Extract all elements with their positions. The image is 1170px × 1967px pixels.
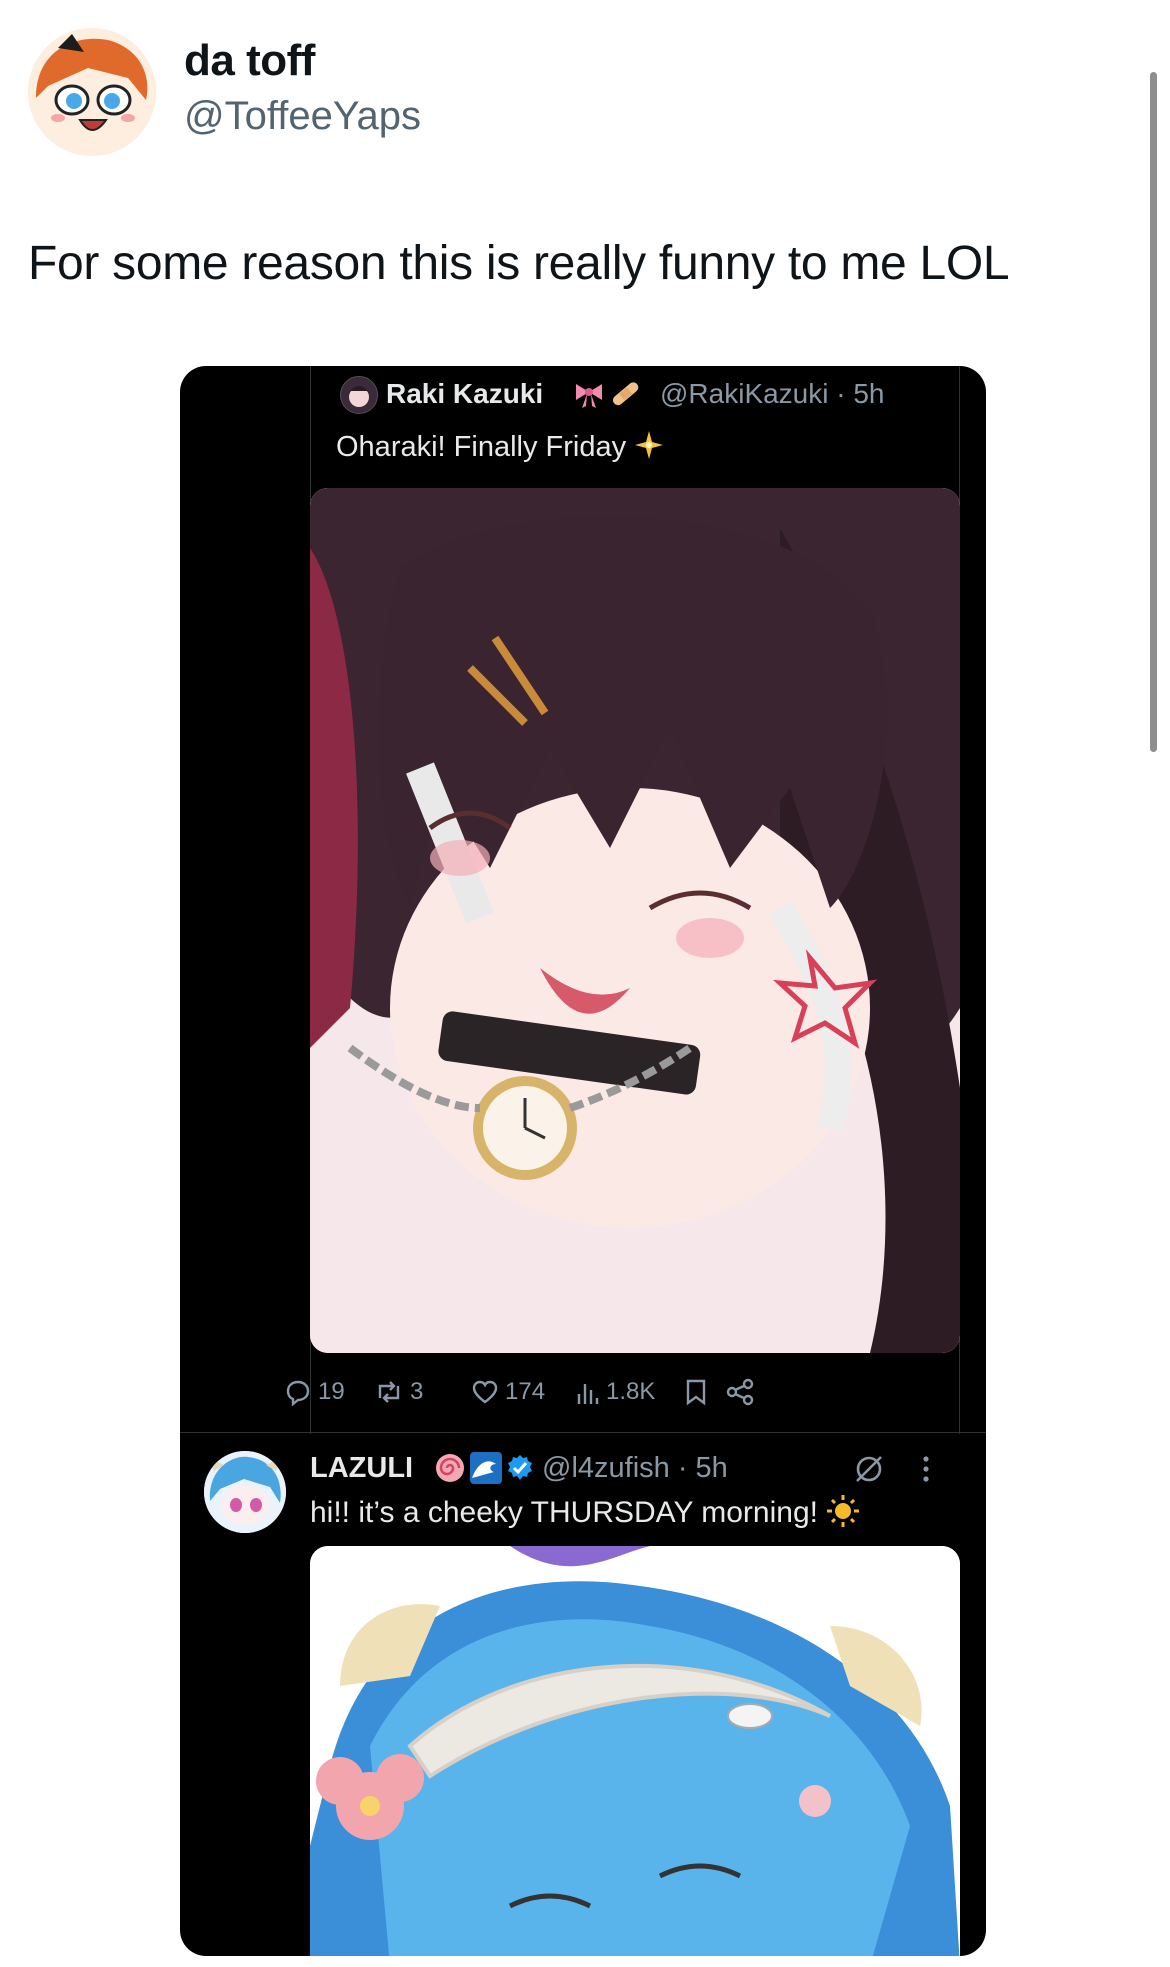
more-options-icon[interactable] <box>920 1452 932 1491</box>
quoted-author-name: Raki Kazuki <box>386 378 544 409</box>
repost-button[interactable]: 3 <box>374 1378 423 1406</box>
bandage-emoji <box>608 376 642 415</box>
quoted-text: Oharaki! Finally Friday <box>336 430 664 464</box>
quoted-image[interactable] <box>310 488 960 1353</box>
repost-icon <box>378 1381 400 1403</box>
reply-avatar[interactable] <box>204 1451 286 1533</box>
repost-count: 3 <box>410 1378 424 1405</box>
sparkle-emoji <box>634 431 664 463</box>
views-icon <box>577 1384 599 1404</box>
spiral-emoji <box>434 1452 466 1489</box>
quoted-avatar <box>340 376 378 414</box>
views-button[interactable]: 1.8K <box>576 1378 655 1406</box>
bookmark-icon <box>686 1379 706 1406</box>
scrollbar[interactable] <box>1150 72 1157 752</box>
grok-icon[interactable] <box>852 1452 886 1491</box>
reply-image[interactable] <box>310 1546 960 1956</box>
quoted-handle: @RakiKazuki · 5h <box>660 378 885 409</box>
share-button[interactable] <box>726 1378 754 1406</box>
user-handle[interactable]: @ToffeeYaps <box>184 94 421 139</box>
reply-handle[interactable]: @l4zufish · 5h <box>542 1452 728 1485</box>
ribbon-emoji <box>572 376 606 415</box>
sun-emoji <box>826 1495 860 1529</box>
bookmark-button[interactable] <box>684 1378 708 1406</box>
embedded-screenshot[interactable]: Raki Kazuki @RakiKazuki · 5h Oharaki! Fi… <box>180 366 986 1956</box>
heart-icon <box>472 1380 498 1404</box>
like-count: 174 <box>505 1378 546 1405</box>
tweet-text: For some reason this is really funny to … <box>28 237 1010 290</box>
reply-author-name[interactable]: LAZULI <box>310 1452 413 1485</box>
user-avatar[interactable] <box>28 28 156 156</box>
wave-emoji <box>470 1452 502 1489</box>
views-count: 1.8K <box>606 1378 656 1405</box>
reply-text: hi!! it’s a cheeky THURSDAY morning! <box>310 1494 860 1530</box>
reply-button[interactable]: 19 <box>284 1378 345 1406</box>
reply-icon <box>286 1380 310 1406</box>
share-icon <box>726 1378 754 1406</box>
display-name[interactable]: da toff <box>184 36 315 86</box>
verified-badge-icon <box>506 1454 534 1487</box>
like-button[interactable]: 174 <box>471 1378 545 1406</box>
post-divider <box>180 1432 986 1433</box>
reply-count: 19 <box>318 1378 345 1405</box>
